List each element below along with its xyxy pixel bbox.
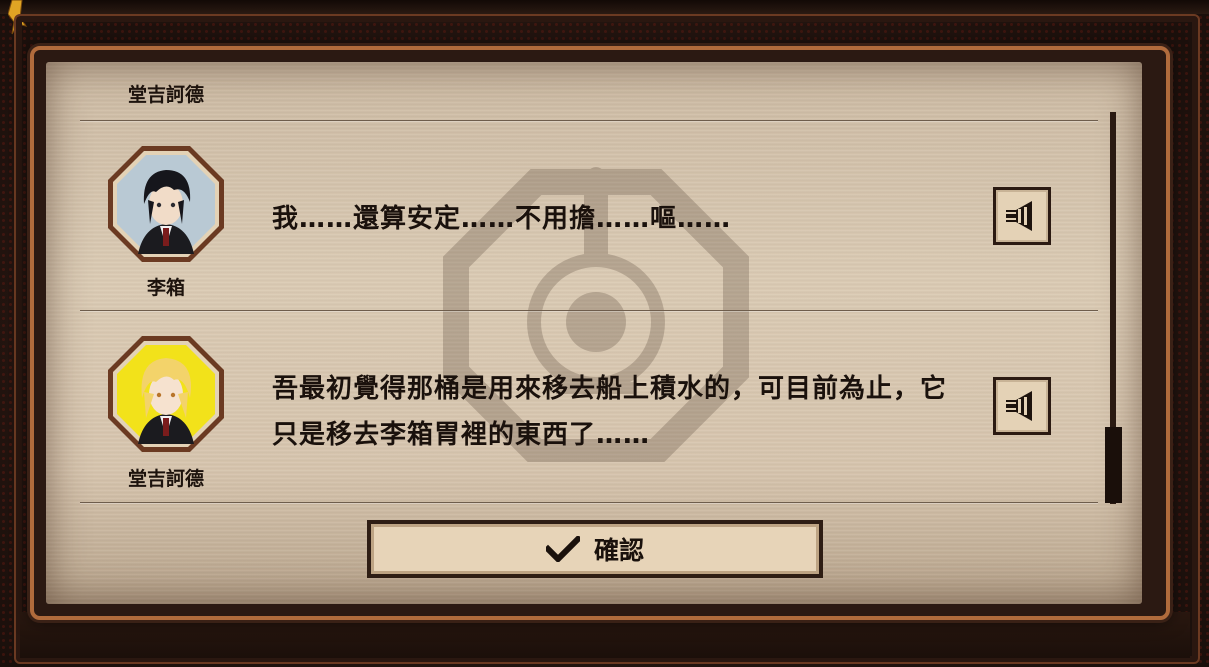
- speaker-name: 李箱: [146, 277, 185, 299]
- speaker-icon: [1006, 391, 1032, 421]
- check-icon: [545, 536, 580, 562]
- dialog-line: 吾最初覺得那桶是用來移去船上積水的，可目前為止，它只是移去李箱胃裡的東西了……: [272, 374, 948, 450]
- character-portrait-icon: [108, 146, 224, 262]
- voice-playback-button[interactable]: [993, 377, 1051, 435]
- log-entry: 堂吉訶德 吾最初覺得那桶是用來移去船上積水的，可目前為止，它只是移去李箱胃裡的東…: [46, 310, 1106, 502]
- speaker-name-top: 堂吉訶德: [127, 84, 204, 106]
- confirm-label: 確認: [593, 536, 644, 565]
- dialog-line: 我……還算安定……不用擔……嘔……: [272, 204, 732, 234]
- dialog-log-scroll[interactable]: 堂吉訶德 李箱 我……還算安定……不用擔……嘔…… 堂吉訶德 吾最初覺得那桶是用…: [46, 62, 1106, 507]
- divider: [80, 502, 1098, 503]
- dialog-log-panel: 堂吉訶德 李箱 我……還算安定……不用擔……嘔…… 堂吉訶德 吾最初覺得那桶是用…: [46, 62, 1142, 604]
- character-portrait-icon: [108, 336, 224, 452]
- speaker-icon: [1006, 201, 1032, 231]
- top-decoration: [0, 0, 1209, 14]
- avatar: [104, 332, 228, 456]
- log-entry: 李箱 我……還算安定……不用擔……嘔……: [46, 120, 1106, 310]
- voice-playback-button[interactable]: [993, 187, 1051, 245]
- speaker-name: 堂吉訶德: [127, 468, 204, 490]
- scrollbar-thumb[interactable]: [1105, 427, 1122, 503]
- avatar: [104, 142, 228, 266]
- confirm-button[interactable]: 確認: [367, 520, 823, 578]
